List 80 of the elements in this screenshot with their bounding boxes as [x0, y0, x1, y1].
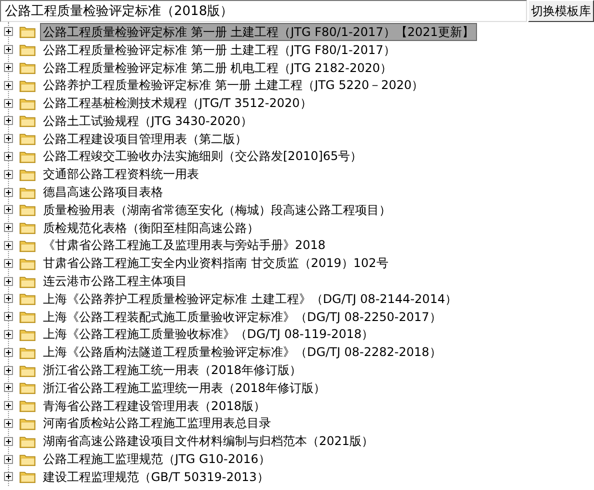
tree-item[interactable]: 公路工程质量检验评定标准 第一册 土建工程（JTG F80/1-2017）【2021更新】: [40, 22, 477, 41]
expand-icon[interactable]: [4, 27, 13, 36]
folder-icon: [19, 452, 36, 466]
expand-icon[interactable]: [4, 62, 13, 72]
tree-item[interactable]: 上海《公路工程施工质量验收标准》（DG/TJ 08-119-2018）: [40, 325, 377, 344]
expand-icon[interactable]: [4, 188, 13, 197]
folder-icon: [19, 238, 36, 252]
folder-icon: [19, 381, 36, 394]
template-field[interactable]: 公路工程质量检验评定标准（2018版）: [0, 0, 527, 22]
tree-item[interactable]: 质量检验用表（湖南省常德至安化（梅城）段高速公路工程项目）: [40, 200, 394, 219]
expand-icon[interactable]: [4, 152, 13, 161]
switch-library-button[interactable]: 切换模板库: [528, 0, 594, 22]
tree-item[interactable]: 建设工程监理规范（GB/T 50319-2013）: [40, 468, 272, 486]
tree-item[interactable]: 公路工程质量检验评定标准 第二册 机电工程（JTG 2182-2020）: [40, 58, 396, 76]
tree-item[interactable]: 甘肃省公路工程施工安全内业资料指南 甘交质监（2019）102号: [40, 254, 392, 272]
expand-icon[interactable]: [4, 366, 13, 375]
folder-icon: [19, 274, 36, 288]
expand-icon[interactable]: [4, 45, 13, 54]
tree-item[interactable]: 《甘肃省公路工程施工及监理用表与旁站手册》2018: [40, 236, 329, 254]
expand-icon[interactable]: [4, 472, 13, 482]
tree-item[interactable]: 公路工程质量检验评定标准 第一册 土建工程（JTG F80/1-2017）: [40, 40, 398, 59]
expand-icon[interactable]: [4, 294, 13, 304]
folder-icon: [19, 310, 36, 324]
folder-icon: [19, 150, 36, 163]
tree-item[interactable]: 公路工程施工监理规范（JTG G10-2016）: [40, 450, 274, 468]
tree-item[interactable]: 湖南省高速公路建设项目文件材料编制与归档范本（2021版）: [40, 432, 377, 450]
folder-icon: [19, 25, 36, 38]
expand-icon[interactable]: [4, 223, 13, 232]
tree-item[interactable]: 青海省公路工程建设管理用表（2018版）: [40, 396, 269, 415]
expand-icon[interactable]: [4, 116, 13, 126]
expand-icon[interactable]: [4, 436, 13, 446]
tree-item[interactable]: 上海《公路工程装配式施工质量验收评定标准》（DG/TJ 08-2250-2017）: [40, 308, 444, 326]
expand-icon[interactable]: [4, 240, 13, 250]
folder-icon: [19, 132, 36, 146]
folder-icon: [19, 114, 36, 128]
tree-item[interactable]: 公路养护工程质量检验评定标准 第一册 土建工程（JTG 5220－2020）: [40, 76, 427, 94]
folder-icon: [19, 416, 36, 430]
expand-icon[interactable]: [4, 330, 13, 339]
expand-icon[interactable]: [4, 401, 13, 410]
tree-item[interactable]: 公路工程建设项目管理用表（第二版）: [40, 130, 250, 148]
expand-icon[interactable]: [4, 80, 13, 90]
expand-icon[interactable]: [4, 383, 13, 392]
tree-item[interactable]: 连云港市公路工程主体项目: [40, 272, 190, 290]
folder-icon: [19, 399, 36, 412]
expand-icon[interactable]: [4, 348, 13, 357]
expand-icon[interactable]: [4, 258, 13, 268]
tree-item[interactable]: 公路土工试验规程（JTG 3430-2020）: [40, 112, 256, 130]
folder-icon: [19, 78, 36, 92]
tree-item[interactable]: 交通部公路工程资料统一用表: [40, 165, 202, 184]
folder-icon: [19, 186, 36, 199]
folder-icon: [19, 346, 36, 359]
folder-icon: [19, 256, 36, 270]
tree-item[interactable]: 上海《公路盾构法隧道工程质量检验评定标准》（DG/TJ 08-2282-2018）: [40, 343, 444, 362]
tree-item[interactable]: 公路工程基桩检测技术规程（JTG/T 3512-2020）: [40, 94, 315, 112]
tree-item[interactable]: 质检规范化表格（衡阳至桂阳高速公路）: [40, 218, 262, 237]
expand-icon[interactable]: [4, 418, 13, 428]
folder-icon: [19, 203, 36, 216]
folder-icon: [19, 96, 36, 110]
tree-item[interactable]: 公路工程竣交工验收办法实施细则（交公路发[2010]65号）: [40, 147, 366, 166]
expand-icon[interactable]: [4, 205, 13, 214]
tree-item[interactable]: 浙江省公路工程施工统一用表（2018年修订版）: [40, 361, 305, 380]
folder-icon: [19, 168, 36, 181]
folder-icon: [19, 434, 36, 448]
tree-item[interactable]: 浙江省公路工程施工监理统一用表（2018年修订版）: [40, 378, 329, 397]
folder-icon: [19, 60, 36, 74]
folder-icon: [19, 221, 36, 234]
expand-icon[interactable]: [4, 312, 13, 322]
expand-icon[interactable]: [4, 276, 13, 286]
tree-item[interactable]: 上海《公路养护工程质量检验评定标准 土建工程》（DG/TJ 08-2144-2014）: [40, 290, 460, 308]
folder-icon: [19, 292, 36, 306]
folder-icon: [19, 364, 36, 377]
expand-icon[interactable]: [4, 134, 13, 144]
tree-item[interactable]: 河南省质检站公路工程施工监理用表总目录: [40, 414, 274, 432]
folder-icon: [19, 328, 36, 341]
expand-icon[interactable]: [4, 454, 13, 464]
folder-icon: [19, 43, 36, 56]
tree-item[interactable]: 德昌高速公路项目表格: [40, 183, 166, 202]
expand-icon[interactable]: [4, 98, 13, 108]
expand-icon[interactable]: [4, 170, 13, 179]
folder-icon: [19, 470, 36, 484]
